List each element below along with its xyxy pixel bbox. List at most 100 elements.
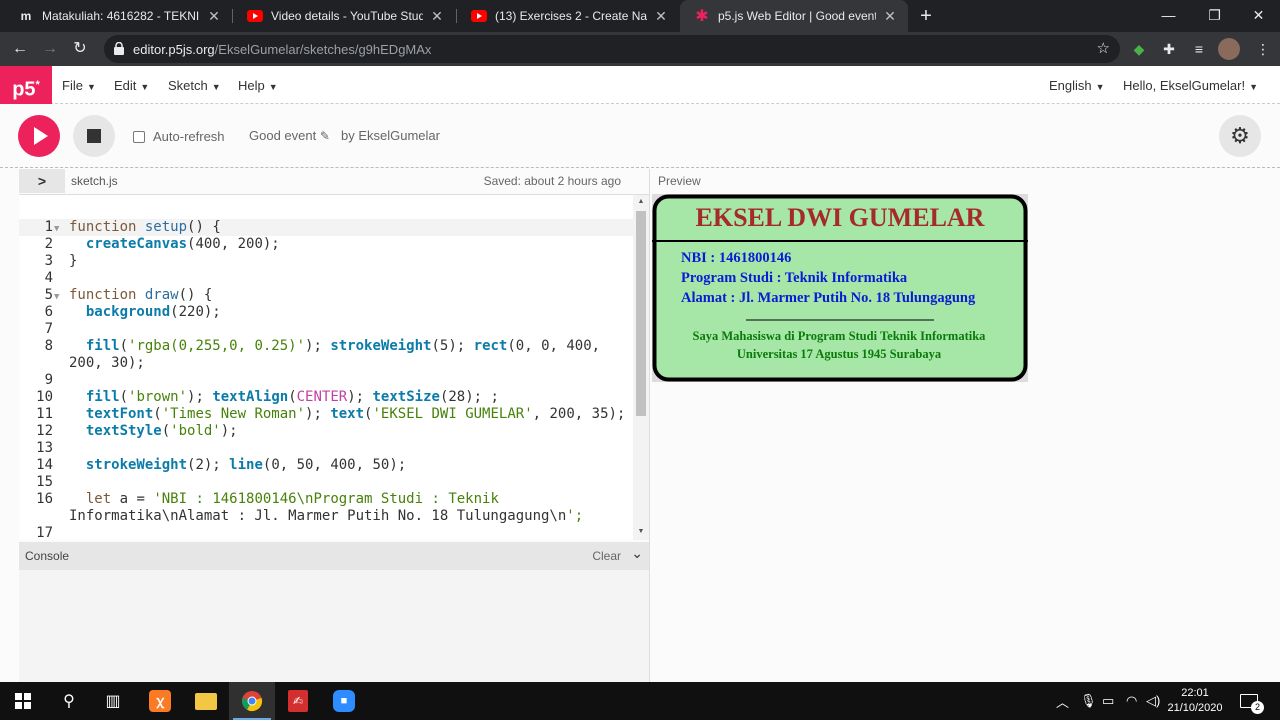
volume-icon[interactable]: ◁) xyxy=(1146,682,1160,720)
xampp-icon[interactable]: ꭓ xyxy=(137,682,183,720)
extension-icon[interactable]: ◆ xyxy=(1128,38,1150,60)
code-line[interactable]: 8 fill('rgba(0,255,0, 0.25)'); strokeWei… xyxy=(19,338,633,355)
code-editor[interactable]: 1▼ function setup() {2 createCanvas(400, … xyxy=(19,195,649,540)
code-line[interactable]: 14 strokeWeight(2); line(0, 50, 400, 50)… xyxy=(19,457,633,474)
chevron-down-icon[interactable]: ⌄ xyxy=(631,545,643,562)
code-text: function setup() { xyxy=(69,219,221,235)
code-line[interactable]: 3} xyxy=(19,253,633,270)
settings-gear-button[interactable]: ⚙ xyxy=(1219,115,1261,157)
code-line[interactable]: 16 let a = 'NBI : 1461800146\nProgram St… xyxy=(19,491,633,508)
code-text: 200, 30); xyxy=(69,355,145,371)
editor-file-bar: > sketch.js Saved: about 2 hours ago xyxy=(19,169,649,195)
play-button[interactable] xyxy=(18,115,60,157)
sketch-owner[interactable]: by EkselGumelar xyxy=(341,128,440,143)
close-window-button[interactable]: ✕ xyxy=(1236,0,1280,32)
editor-scroll-thumb[interactable] xyxy=(636,211,646,416)
browser-tab-youtube-studio[interactable]: Video details - YouTube Studio ✕ xyxy=(233,0,455,32)
minimize-window-button[interactable]: — xyxy=(1146,0,1191,32)
extensions-puzzle-icon[interactable]: ✚ xyxy=(1158,38,1180,60)
clock-time: 22:01 xyxy=(1181,687,1209,699)
menu-help[interactable]: Help ▼ xyxy=(238,78,278,93)
browser-tab-p5-editor[interactable]: ✱ p5.js Web Editor | Good event ✕ xyxy=(680,0,908,32)
code-text: let a = 'NBI : 1461800146\nProgram Studi… xyxy=(85,491,499,507)
notification-center-icon[interactable]: 2 xyxy=(1240,682,1264,720)
avatar[interactable] xyxy=(1218,38,1240,60)
reload-icon[interactable]: ↻ xyxy=(68,37,92,61)
line-number: 4 xyxy=(44,270,53,286)
code-line[interactable]: 2 createCanvas(400, 200); xyxy=(19,236,633,253)
chrome-taskbar-icon[interactable] xyxy=(229,682,275,720)
line-number: 9 xyxy=(44,372,53,388)
code-line[interactable]: 11 textFont('Times New Roman'); text('EK… xyxy=(19,406,633,423)
restore-window-button[interactable]: ❐ xyxy=(1192,0,1237,32)
close-tab-icon[interactable]: ✕ xyxy=(429,8,445,25)
menu-file[interactable]: File ▼ xyxy=(62,78,96,93)
media-queue-icon[interactable]: ≡ xyxy=(1188,38,1210,60)
taskbar-clock[interactable]: 22:01 21/10/2020 xyxy=(1164,686,1226,716)
close-tab-icon[interactable]: ✕ xyxy=(882,8,898,25)
scroll-down-arrow-icon[interactable]: ▼ xyxy=(636,528,646,535)
acrobat-icon[interactable]: ✍ xyxy=(275,682,321,720)
close-tab-icon[interactable]: ✕ xyxy=(653,8,669,25)
console-label: Console xyxy=(25,549,70,563)
line-number: 11 xyxy=(36,406,53,422)
code-line[interactable]: 7 xyxy=(19,321,633,338)
pencil-icon[interactable]: ✎ xyxy=(320,129,330,143)
bookmark-star-icon[interactable]: ☆ xyxy=(1097,39,1110,57)
code-line[interactable]: 200, 30); xyxy=(19,355,633,372)
user-menu[interactable]: Hello, EkselGumelar! ▼ xyxy=(1123,78,1258,93)
microphone-icon[interactable]: 🎙︎ xyxy=(1080,682,1097,720)
zoom-icon[interactable]: ■ xyxy=(321,682,367,720)
show-hidden-icons-chevron-icon[interactable]: ︿ xyxy=(1056,682,1069,720)
more-vert-icon[interactable]: ⋮ xyxy=(1252,38,1274,60)
search-icon[interactable]: ⚲ xyxy=(46,682,92,720)
code-line[interactable]: 17 xyxy=(19,525,633,540)
line-number: 14 xyxy=(36,457,53,473)
code-line[interactable]: 6 background(220); xyxy=(19,304,633,321)
windows-start-icon[interactable] xyxy=(0,682,46,720)
preview-canvas[interactable]: EKSEL DWI GUMELAR NBI : 1461800146 Progr… xyxy=(652,194,1028,382)
menu-edit[interactable]: Edit ▼ xyxy=(114,78,149,93)
language-menu[interactable]: English ▼ xyxy=(1049,78,1105,93)
file-explorer-icon[interactable] xyxy=(183,682,229,720)
line-number: 7 xyxy=(44,321,53,337)
code-text: textStyle('bold'); xyxy=(85,423,238,439)
auto-refresh-checkbox[interactable] xyxy=(133,130,145,143)
sketch-name[interactable]: Good event ✎ xyxy=(249,128,330,143)
close-tab-icon[interactable]: ✕ xyxy=(206,8,222,25)
code-line[interactable]: Informatika\nAlamat : Jl. Marmer Putih N… xyxy=(19,508,633,525)
browser-tab-strip: m Matakuliah: 4616282 - TEKNIK M ✕ Video… xyxy=(0,0,1280,32)
code-text: Informatika\nAlamat : Jl. Marmer Putih N… xyxy=(69,508,584,524)
code-line[interactable]: 12 textStyle('bold'); xyxy=(19,423,633,440)
code-line[interactable]: 4 xyxy=(19,270,633,287)
code-line[interactable]: 9 xyxy=(19,372,633,389)
caret-down-icon: ▼ xyxy=(1249,82,1259,92)
browser-tab-exercises[interactable]: (13) Exercises 2 - Create Name C ✕ xyxy=(457,0,679,32)
wifi-icon[interactable]: ◠ xyxy=(1126,682,1137,720)
p5-logo[interactable]: p5* xyxy=(0,66,52,104)
windows-taskbar: ⚲ ▥ ꭓ ✍ ■ ︿ 🎙︎ ▭ ◠ ◁) 22:01 21/10/2020 2 xyxy=(0,682,1280,720)
browser-tab-moodle[interactable]: m Matakuliah: 4616282 - TEKNIK M ✕ xyxy=(4,0,232,32)
code-line[interactable]: 10 fill('brown'); textAlign(CENTER); tex… xyxy=(19,389,633,406)
forward-arrow-icon[interactable]: → xyxy=(38,37,62,61)
youtube-icon xyxy=(471,8,487,24)
caret-down-icon: ▼ xyxy=(211,82,221,92)
code-line[interactable]: 13 xyxy=(19,440,633,457)
pane-divider[interactable] xyxy=(649,169,650,682)
back-arrow-icon[interactable]: ← xyxy=(8,37,32,61)
code-line[interactable]: 15 xyxy=(19,474,633,491)
address-bar[interactable]: editor.p5js.org/EkselGumelar/sketches/g9… xyxy=(104,35,1120,63)
editor-scrollbar[interactable]: ▲ ▼ xyxy=(633,195,649,540)
browser-toolbar: ← → ↻ editor.p5js.org/EkselGumelar/sketc… xyxy=(0,32,1280,66)
auto-refresh-toggle[interactable]: Auto-refresh xyxy=(133,129,225,144)
scroll-up-arrow-icon[interactable]: ▲ xyxy=(636,198,646,205)
console-clear-button[interactable]: Clear xyxy=(592,549,621,563)
expand-sidebar-chevron-icon[interactable]: > xyxy=(19,169,65,193)
menu-sketch[interactable]: Sketch ▼ xyxy=(168,78,221,93)
canvas-footer-line-2: Universitas 17 Agustus 1945 Surabaya xyxy=(737,347,942,361)
new-tab-button[interactable]: + xyxy=(914,4,938,28)
battery-icon[interactable]: ▭ xyxy=(1102,682,1114,720)
stop-button[interactable] xyxy=(73,115,115,157)
caret-down-icon: ▼ xyxy=(1095,82,1105,92)
task-view-icon[interactable]: ▥ xyxy=(90,682,136,720)
